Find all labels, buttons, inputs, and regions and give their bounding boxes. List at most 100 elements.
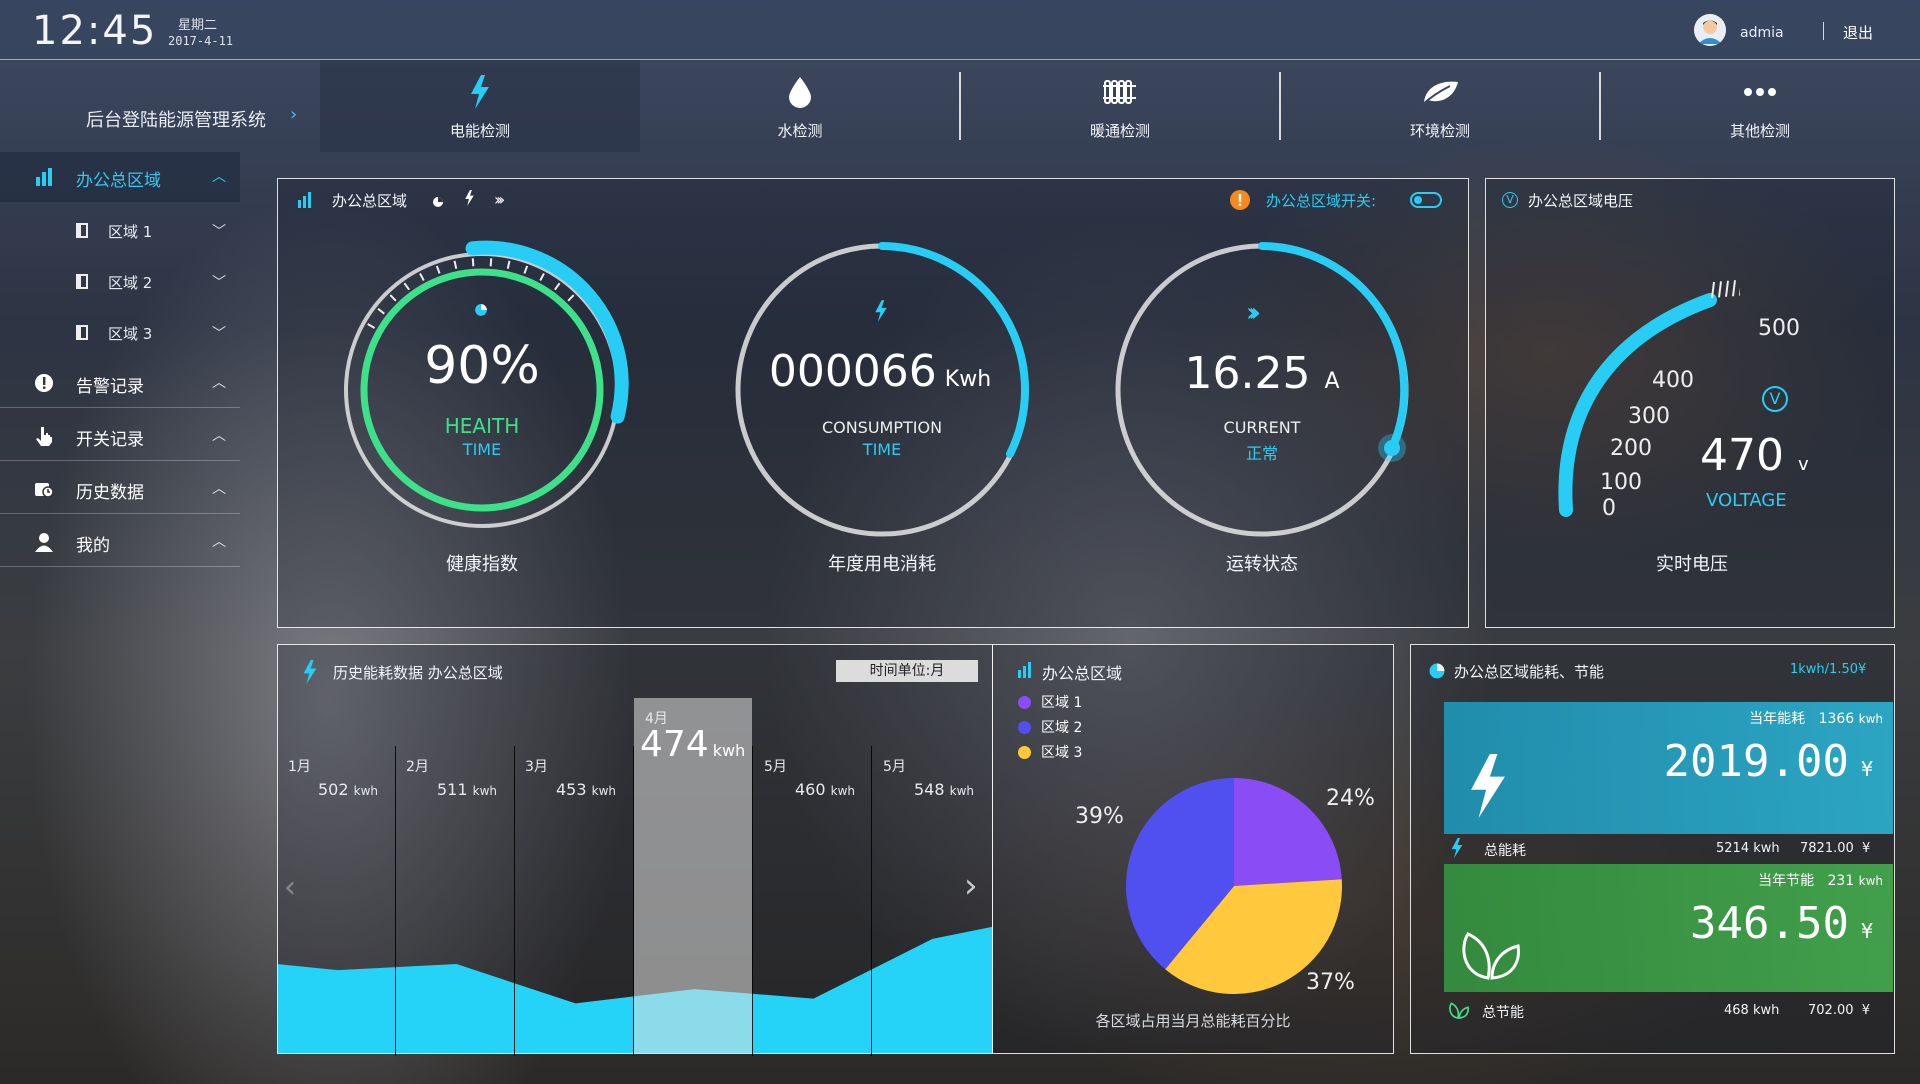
- total-kwh-unit: kwh: [1752, 1003, 1780, 1018]
- sidebar-sub-zone2[interactable]: 区域 2 ﹀: [0, 256, 240, 306]
- energy-pie-icon: [1428, 662, 1446, 684]
- month-number: 511: [437, 780, 468, 799]
- alert-icon: [34, 373, 54, 393]
- next-arrow-icon[interactable]: ›: [964, 866, 978, 906]
- system-title-bar[interactable]: 后台登陆能源管理系统 ›: [0, 60, 320, 152]
- total-saving-kwh: 468 kwh: [1724, 1003, 1779, 1018]
- tab-label: 其他检测: [1729, 122, 1790, 140]
- month-value: 548 kwh: [914, 780, 974, 799]
- currency-symbol: ¥: [1860, 757, 1873, 781]
- chevrons-right-icon: ›››: [494, 190, 505, 209]
- energy-rate: 1kwh/1.50¥: [1790, 662, 1867, 677]
- lightning-icon: [464, 190, 475, 210]
- health-value: 90%: [424, 336, 540, 396]
- health-sub-label: TIME: [462, 440, 502, 459]
- month-divider: [514, 746, 515, 1056]
- gauge-tick: [367, 323, 376, 329]
- zone-switch-toggle[interactable]: [1410, 192, 1442, 208]
- weekday: 星期二: [178, 18, 218, 33]
- pie-title: 办公总区域: [1042, 664, 1123, 683]
- month-label: 2月: [406, 759, 429, 775]
- tab-environment[interactable]: 环境检测: [1280, 60, 1600, 152]
- building-chart-icon: [298, 192, 312, 212]
- sidebar-sub-zone1[interactable]: 区域 1 ﹀: [0, 205, 240, 255]
- history-icon: [34, 479, 54, 499]
- door-icon: [76, 274, 88, 289]
- lightning-icon: [302, 660, 318, 688]
- sidebar-item-office[interactable]: 办公总区域 ︿: [0, 152, 240, 202]
- gauge-tick: [471, 258, 475, 267]
- total-kwh: 5214: [1716, 841, 1750, 856]
- card-amount: 2019.00: [1663, 736, 1849, 787]
- logout-button[interactable]: 退出: [1843, 22, 1873, 43]
- consumption-unit: Kwh: [944, 367, 992, 392]
- month-number: 548: [914, 780, 945, 799]
- month-divider: [871, 746, 872, 1056]
- legend-swatch: [1018, 696, 1031, 709]
- legend-swatch: [1018, 721, 1031, 734]
- door-icon: [76, 325, 88, 340]
- switch-label: 办公总区域开关:: [1266, 192, 1377, 210]
- gauge-tick: [489, 258, 493, 267]
- legend-label: 区域 3: [1041, 745, 1083, 761]
- gauge-tick: [419, 272, 425, 281]
- sidebar-item-alerts[interactable]: 告警记录 ︿: [0, 358, 240, 408]
- pie-label-zone2: 39%: [1075, 804, 1124, 829]
- time-unit-select[interactable]: 时间单位:月: [836, 660, 978, 682]
- month-value-selected[interactable]: 474 kwh: [640, 724, 745, 765]
- divider: [1823, 22, 1824, 40]
- voltage-scale-0: 0: [1602, 496, 1616, 521]
- voltage-caption: 实时电压: [1656, 554, 1728, 575]
- saving-amount: 346.50 ¥: [1690, 898, 1873, 949]
- leaf-icon: [1280, 74, 1600, 110]
- lightning-icon: [320, 74, 640, 110]
- user-icon: [34, 532, 54, 552]
- gauge-tick: [435, 265, 441, 274]
- tab-other[interactable]: 其他检测: [1600, 60, 1920, 152]
- gauge-tick: [377, 307, 385, 315]
- chevrons-right-icon: ›››: [1246, 298, 1261, 328]
- legend-item: 区域 1: [1018, 692, 1082, 717]
- top-bar: [0, 0, 1920, 60]
- system-title: 后台登陆能源管理系统: [86, 110, 266, 131]
- consumption-amount: 2019.00 ¥: [1664, 736, 1873, 787]
- voltage-tick: [1725, 280, 1729, 297]
- history-title: 历史能耗数据 办公总区域: [333, 664, 503, 682]
- voltage-icon: V: [1502, 192, 1518, 208]
- total-saving-label: 总节能: [1482, 1005, 1524, 1021]
- tab-water[interactable]: 水检测: [640, 60, 960, 152]
- month-unit: kwh: [472, 784, 498, 798]
- gauge-tick: [554, 282, 561, 291]
- chevron-down-icon: ﹀: [212, 224, 226, 240]
- month-label: 1月: [288, 759, 311, 775]
- lightning-icon: [1450, 838, 1464, 862]
- prev-arrow-icon[interactable]: ‹: [284, 870, 296, 905]
- sidebar-item-mine[interactable]: 我的 ︿: [0, 517, 240, 567]
- sidebar-item-label: 办公总区域: [76, 171, 161, 191]
- door-icon: [76, 223, 88, 238]
- month-number: 474: [640, 724, 709, 765]
- legend-label: 区域 1: [1041, 695, 1083, 711]
- sidebar-item-history[interactable]: 历史数据 ︿: [0, 464, 240, 514]
- current-number: 16.25: [1184, 348, 1311, 399]
- card-kwh-unit: kwh: [1858, 712, 1883, 726]
- date: 2017-4-11: [168, 34, 234, 48]
- total-saving-amount: 702.00 ¥: [1808, 1003, 1870, 1018]
- consumption-card: 当年能耗 1366 kwh 2019.00 ¥: [1444, 702, 1893, 834]
- voltage-scale-100: 100: [1600, 470, 1642, 495]
- card-kwh: 231: [1827, 873, 1855, 889]
- tab-electric[interactable]: 电能检测: [320, 60, 640, 152]
- legend-item: 区域 3: [1018, 742, 1082, 767]
- tab-label: 电能检测: [449, 122, 510, 140]
- sidebar-item-switch-log[interactable]: 开关记录 ︿: [0, 411, 240, 461]
- sidebar-sub-zone3[interactable]: 区域 3 ﹀: [0, 307, 240, 357]
- consumption-caption: 年度用电消耗: [828, 554, 936, 575]
- overview-title: 办公总区域: [332, 192, 408, 210]
- tab-hvac[interactable]: 暖通检测: [960, 60, 1280, 152]
- gauge-tick: [389, 294, 397, 302]
- leaves-icon: [1458, 926, 1524, 986]
- avatar[interactable]: [1694, 14, 1726, 46]
- total-amount: 7821.00: [1800, 841, 1854, 856]
- current-sub-label: 正常: [1245, 444, 1278, 463]
- sidebar-sub-label: 区域 3: [108, 325, 153, 343]
